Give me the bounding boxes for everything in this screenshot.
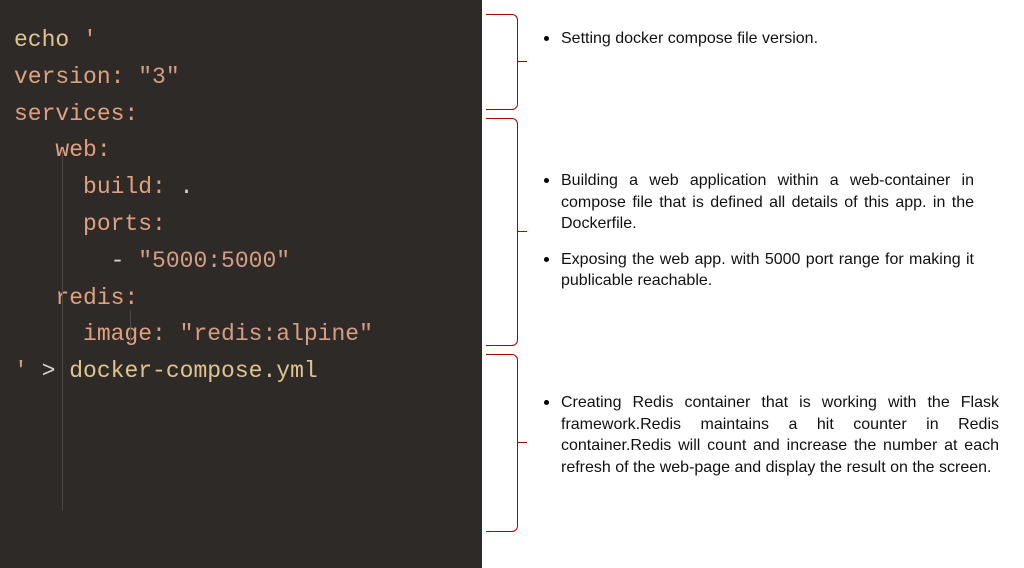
code-line: build: . <box>14 169 468 206</box>
annotation-group: Creating Redis container that is working… <box>544 392 999 492</box>
annotation-pane: Setting docker compose file version. Bui… <box>482 0 1024 568</box>
annotation-text: Exposing the web app. with 5000 port ran… <box>561 249 974 292</box>
bullet-icon <box>544 257 549 262</box>
indent-guide <box>62 150 63 510</box>
code-line: echo ' <box>14 22 468 59</box>
annotation-item: Building a web application within a web-… <box>544 170 974 235</box>
token-key: build: <box>83 174 166 200</box>
token-key: web: <box>55 137 110 163</box>
token-key: version: <box>14 64 124 90</box>
annotation-text: Setting docker compose file version. <box>561 28 818 50</box>
token-value: . <box>166 174 194 200</box>
annotation-text: Creating Redis container that is working… <box>561 392 999 478</box>
token-key: services: <box>14 101 138 127</box>
annotation-group: Setting docker compose file version. <box>544 28 974 64</box>
token-quote: ' <box>69 27 97 53</box>
annotation-item: Setting docker compose file version. <box>544 28 974 50</box>
code-line: web: <box>14 132 468 169</box>
code-line: image: "redis:alpine" <box>14 316 468 353</box>
code-line: ' > docker-compose.yml <box>14 353 468 390</box>
token-quote: ' <box>14 358 28 384</box>
bullet-icon <box>544 36 549 41</box>
bracket <box>486 14 518 110</box>
token-string: "redis:alpine" <box>166 321 373 347</box>
code-line: - "5000:5000" <box>14 243 468 280</box>
bullet-icon <box>544 400 549 405</box>
annotation-item: Exposing the web app. with 5000 port ran… <box>544 249 974 292</box>
token-filename: docker-compose.yml <box>69 358 317 384</box>
code-line: services: <box>14 96 468 133</box>
code-line: ports: <box>14 206 468 243</box>
token-string: "5000:5000" <box>138 248 290 274</box>
indent-guide <box>130 310 131 342</box>
token-string: "3" <box>124 64 179 90</box>
code-line: redis: <box>14 280 468 317</box>
token-key: ports: <box>83 211 166 237</box>
token-redirect: > <box>28 358 69 384</box>
annotation-item: Creating Redis container that is working… <box>544 392 999 478</box>
token-key: image: <box>83 321 166 347</box>
annotation-group: Building a web application within a web-… <box>544 170 974 306</box>
token-dash: - <box>111 248 139 274</box>
token-command: echo <box>14 27 69 53</box>
code-line: version: "3" <box>14 59 468 96</box>
bracket <box>486 354 518 532</box>
bracket <box>486 118 518 346</box>
token-key: redis: <box>55 285 138 311</box>
code-editor-pane: echo ' version: "3" services: web: build… <box>0 0 482 568</box>
annotation-text: Building a web application within a web-… <box>561 170 974 235</box>
bullet-icon <box>544 178 549 183</box>
